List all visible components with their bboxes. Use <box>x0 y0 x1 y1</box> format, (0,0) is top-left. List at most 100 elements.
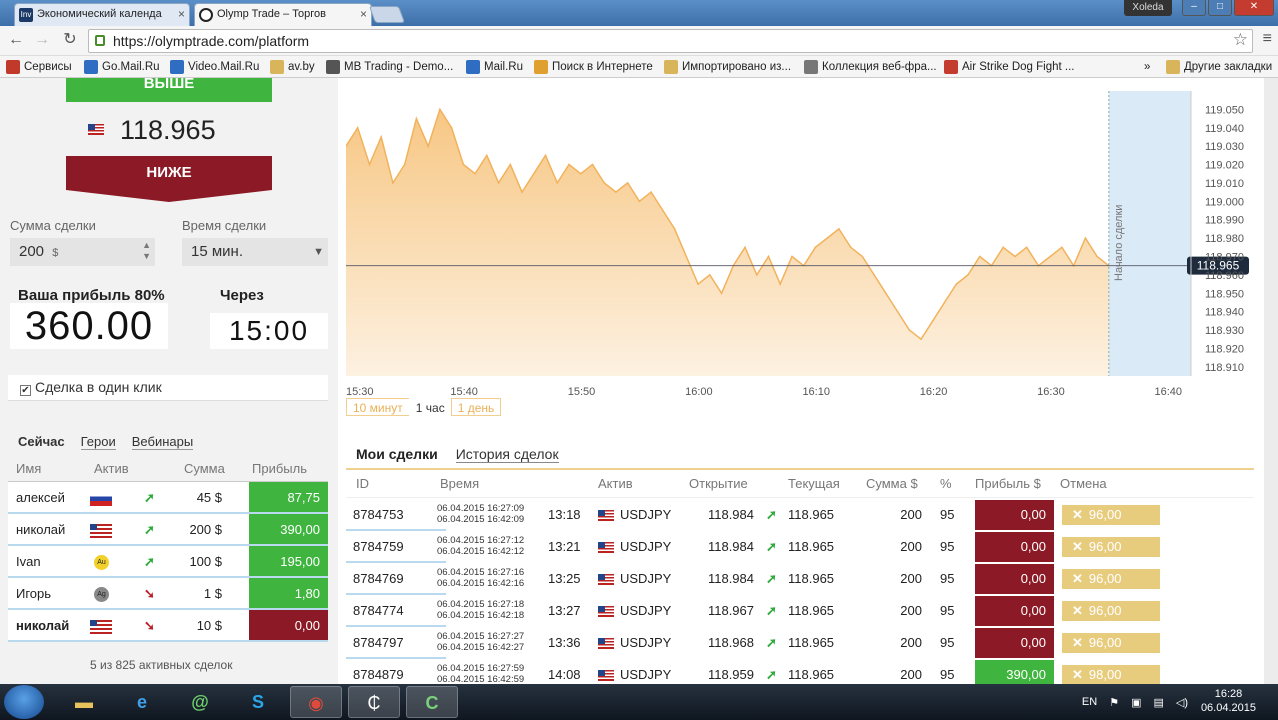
price-point <box>709 274 711 276</box>
reload-icon[interactable]: ↻ <box>60 31 80 51</box>
price-point <box>955 283 958 285</box>
higher-button[interactable]: ВЫШЕ <box>66 78 272 102</box>
minimize-icon[interactable]: – <box>1182 0 1206 16</box>
time-left: 13:25 <box>548 571 581 586</box>
y-tick-label: 118.940 <box>1205 307 1244 319</box>
tab-now[interactable]: Сейчас <box>18 434 65 450</box>
cancel-button[interactable]: ✕ 98,00 <box>1062 665 1160 684</box>
checkmark-icon[interactable]: ✔ <box>20 385 31 396</box>
price-point <box>979 255 981 258</box>
usd-flag-icon <box>90 619 112 634</box>
chrome-icon[interactable]: ◉ <box>290 686 342 718</box>
ie-icon[interactable]: e <box>116 686 168 718</box>
clock[interactable]: 16:28 06.04.2015 <box>1201 687 1256 715</box>
cancel-button[interactable]: ✕ 96,00 <box>1062 537 1160 557</box>
price-point <box>450 127 453 129</box>
trading-app-icon[interactable]: ₵ <box>348 686 400 718</box>
time-label: Время сделки <box>182 218 267 233</box>
price-point <box>685 255 688 258</box>
table-row[interactable]: 8784797 06.04.2015 16:27:27 06.04.2015 16:… <box>346 627 1254 659</box>
bookmark-star-icon[interactable]: ☆ <box>1233 30 1248 50</box>
arrow-up-icon: ➚ <box>766 635 777 650</box>
address-bar[interactable]: https://olymptrade.com/platform <box>88 29 1253 53</box>
stepper-icon[interactable]: ▲ ▼ <box>142 240 151 262</box>
tab-my-trades[interactable]: Мои сделки <box>356 446 438 463</box>
col-sum: Сумма $ <box>866 476 918 491</box>
range-button-0[interactable]: 10 минут <box>346 398 410 416</box>
live-trades-rows: алексей ➚ 45 $87,75 николай ➚ 200 $390,00 Ivan… <box>8 482 328 642</box>
close-icon[interactable]: × <box>178 4 185 25</box>
forward-icon[interactable]: → <box>32 31 52 51</box>
open-price: 118.968 <box>707 635 754 650</box>
trade-id: 8784759 <box>353 539 404 554</box>
cancel-button[interactable]: ✕ 96,00 <box>1062 569 1160 589</box>
table-row[interactable]: Игорь Ag ➘ 1 $ 1,80 <box>8 578 328 610</box>
bookmark-4[interactable]: MB Trading - Demo... <box>326 59 453 75</box>
bookmark-0[interactable]: Сервисы <box>6 59 72 75</box>
one-click-checkbox[interactable]: ✔ Сделка в один клик <box>8 375 328 401</box>
price-point <box>403 163 406 166</box>
back-icon[interactable]: ← <box>6 31 26 51</box>
bookmark-2[interactable]: Video.Mail.Ru <box>170 59 259 75</box>
price-point <box>474 172 476 175</box>
network-icon[interactable]: ▤ <box>1153 696 1163 709</box>
mail-agent-icon[interactable]: @ <box>174 686 226 718</box>
explorer-icon[interactable]: ▬ <box>58 686 110 718</box>
open-price: 118.959 <box>707 667 754 682</box>
table-row[interactable]: 8784753 06.04.2015 16:27:09 06.04.2015 16:… <box>346 499 1254 531</box>
bookmark-6[interactable]: Поиск в Интернете <box>534 59 653 75</box>
terminal-icon[interactable]: C <box>406 686 458 718</box>
left-tabs: Сейчас Герои Вебинары <box>18 434 194 450</box>
language-indicator[interactable]: EN <box>1082 696 1097 708</box>
price-point <box>1096 255 1098 258</box>
table-row[interactable]: николай ➘ 10 $ 0,00 <box>8 610 328 642</box>
start-button-icon[interactable] <box>4 685 44 719</box>
table-row[interactable]: Ivan Au ➚ 100 $ 195,00 <box>8 546 328 578</box>
table-row[interactable]: 8784759 06.04.2015 16:27:12 06.04.2015 16:… <box>346 531 1254 563</box>
cancel-button[interactable]: ✕ 96,00 <box>1062 601 1160 621</box>
bookmark-9[interactable]: Air Strike Dog Fight ... <box>944 59 1074 75</box>
profit-value: 360.00 <box>10 303 168 349</box>
table-row[interactable]: 8784774 06.04.2015 16:27:18 06.04.2015 16:… <box>346 595 1254 627</box>
bookmark-8[interactable]: Коллекция веб-фра... <box>804 59 937 75</box>
tab-olymp-trade[interactable]: Olymp Trade – Торгов × <box>194 3 372 26</box>
arrow-down-icon: ➘ <box>144 586 155 601</box>
price-point <box>849 246 852 249</box>
bookmark-3[interactable]: av.by <box>270 59 315 75</box>
range-button-1[interactable]: 1 час <box>408 398 452 416</box>
skype-icon[interactable]: S <box>232 686 284 718</box>
price-chart[interactable]: Начало сделки 118.965119.050119.040119.03… <box>346 78 1254 414</box>
flag-icon[interactable]: ⚑ <box>1109 696 1119 709</box>
close-icon[interactable]: × <box>360 4 367 25</box>
tab-trade-history[interactable]: История сделок <box>455 446 559 463</box>
new-tab-button[interactable] <box>368 6 406 23</box>
lower-button[interactable]: НИЖЕ <box>66 156 272 190</box>
table-row[interactable]: николай ➚ 200 $ 390,00 <box>8 514 328 546</box>
tab-heroes[interactable]: Герои <box>80 434 116 450</box>
table-row[interactable]: 8784769 06.04.2015 16:27:16 06.04.2015 16:… <box>346 563 1254 595</box>
time-select[interactable]: 15 мин. ▼ <box>182 238 328 266</box>
range-button-2[interactable]: 1 день <box>450 398 502 416</box>
bookmark-1[interactable]: Go.Mail.Ru <box>84 59 160 75</box>
tab-webinars[interactable]: Вебинары <box>131 434 194 450</box>
table-row[interactable]: алексей ➚ 45 $ 87,75 <box>8 482 328 514</box>
maximize-icon[interactable]: □ <box>1208 0 1232 16</box>
bookmark-11[interactable]: Другие закладки <box>1166 59 1272 75</box>
bookmark-10[interactable]: » <box>1144 59 1150 75</box>
cancel-button[interactable]: ✕ 96,00 <box>1062 633 1160 653</box>
tray-icon[interactable]: ▣ <box>1131 696 1141 709</box>
tab-economic-calendar[interactable]: Inv Экономический календа × <box>14 3 190 26</box>
asset-cell <box>90 514 112 545</box>
bookmark-5[interactable]: Mail.Ru <box>466 59 523 75</box>
volume-icon[interactable]: ◁) <box>1176 696 1188 709</box>
bookmark-7[interactable]: Импортировано из... <box>664 59 791 75</box>
close-window-icon[interactable]: ✕ <box>1234 0 1274 16</box>
y-tick-label: 118.970 <box>1205 251 1244 263</box>
table-row[interactable]: 8784879 06.04.2015 16:27:59 06.04.2015 16:… <box>346 659 1254 684</box>
page-scrollbar[interactable] <box>1264 78 1278 684</box>
user-badge[interactable]: Xoleda <box>1124 0 1172 16</box>
cancel-button[interactable]: ✕ 96,00 <box>1062 505 1160 525</box>
y-tick-label: 118.910 <box>1205 362 1244 374</box>
menu-icon[interactable]: ≡ <box>1263 30 1272 48</box>
amount-input[interactable]: 200 $ ▲ ▼ <box>10 238 155 266</box>
